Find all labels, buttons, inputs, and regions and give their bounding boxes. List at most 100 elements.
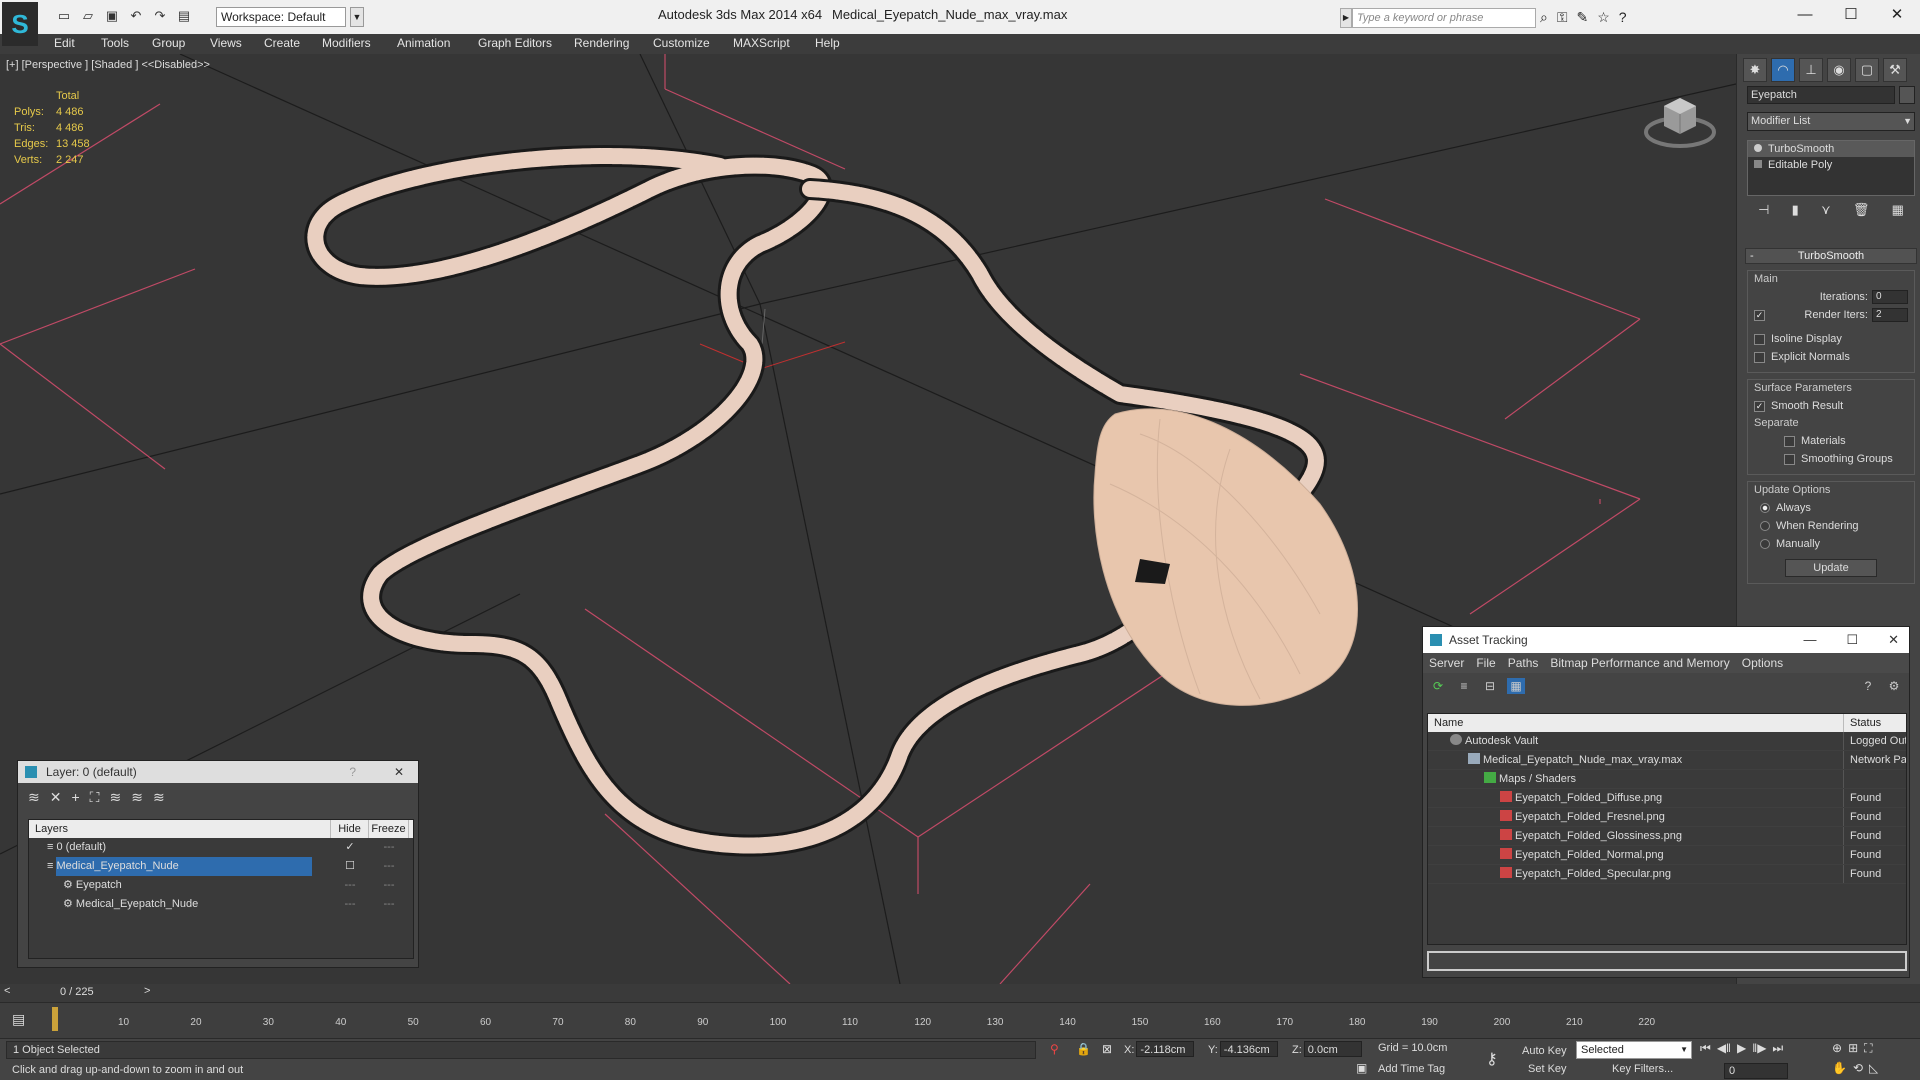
prev-key-icon[interactable]: ◀‖ (1717, 1041, 1731, 1056)
explicit-normals-checkbox[interactable] (1754, 351, 1765, 363)
create-tab-icon[interactable]: ✸ (1743, 58, 1767, 82)
binoculars-icon[interactable]: ⌕ (1540, 9, 1548, 26)
help-icon[interactable]: ? (349, 761, 356, 783)
maximize-icon[interactable]: ☐ (1828, 0, 1874, 32)
col-hide[interactable]: Hide (331, 820, 369, 838)
search-input[interactable]: Type a keyword or phrase (1352, 8, 1536, 28)
menu-customize[interactable]: Customize (653, 36, 710, 50)
menu-edit[interactable]: Edit (54, 36, 75, 50)
menu-bitmap-performance[interactable]: Bitmap Performance and Memory (1550, 653, 1729, 673)
close-icon[interactable]: ✕ (1874, 0, 1920, 32)
time-tag-icon[interactable]: ▣ (1356, 1061, 1367, 1075)
col-status[interactable]: Status (1844, 714, 1881, 732)
menu-paths[interactable]: Paths (1508, 653, 1539, 673)
highlight-layer-icon[interactable]: ≋ (109, 789, 121, 805)
maximize-icon[interactable]: ☐ (1846, 627, 1858, 653)
freeze-toggle[interactable]: --- (369, 838, 409, 857)
y-field[interactable]: -4.136cm (1219, 1041, 1278, 1057)
when-rendering-radio[interactable] (1760, 521, 1770, 531)
close-icon[interactable]: ✕ (394, 761, 404, 783)
show-end-result-icon[interactable]: ▮ (1792, 202, 1799, 218)
stack-item-turbosmooth[interactable]: TurboSmooth (1748, 141, 1914, 157)
hierarchy-tab-icon[interactable]: ⊥ (1799, 58, 1823, 82)
new-file-icon[interactable]: ▭ (56, 8, 72, 24)
freeze-toggle[interactable]: --- (369, 895, 409, 914)
layer-window-titlebar[interactable]: Layer: 0 (default) ? ✕ (18, 761, 418, 783)
table-view-icon[interactable]: ▦ (1507, 678, 1525, 694)
menu-file[interactable]: File (1476, 653, 1495, 673)
help-icon[interactable]: ? (1619, 9, 1627, 26)
asset-row[interactable]: Eyepatch_Folded_Specular.png Found (1428, 865, 1906, 884)
time-slider[interactable]: < 0 / 225 > (0, 984, 1920, 1002)
smooth-result-checkbox[interactable]: ✓ (1754, 400, 1765, 412)
asset-row[interactable]: Autodesk Vault Logged Out (1428, 732, 1906, 751)
make-unique-icon[interactable]: ⋎ (1821, 202, 1831, 218)
refresh-icon[interactable]: ⟳ (1429, 678, 1447, 694)
key-filters-button[interactable]: Key Filters... (1612, 1063, 1673, 1075)
add-time-tag[interactable]: Add Time Tag (1378, 1063, 1445, 1075)
render-iters-spinner[interactable]: 2 (1872, 308, 1908, 322)
isoline-display-checkbox[interactable] (1754, 333, 1765, 345)
zoom-icon[interactable]: ⊕ (1832, 1041, 1842, 1056)
asset-path-field[interactable] (1427, 951, 1907, 971)
asset-row[interactable]: Eyepatch_Folded_Glossiness.png Found (1428, 827, 1906, 846)
goto-start-icon[interactable]: ⏮ (1700, 1041, 1711, 1056)
delete-layer-icon[interactable]: ✕ (50, 789, 62, 805)
freeze-toggle[interactable]: --- (369, 857, 409, 876)
menu-help[interactable]: Help (815, 36, 840, 50)
lightbulb-icon[interactable] (1754, 144, 1762, 152)
menu-options[interactable]: Options (1742, 653, 1783, 673)
current-frame-field[interactable]: 0 (1724, 1063, 1788, 1079)
close-icon[interactable]: ✕ (1888, 627, 1899, 653)
key-mode-dropdown[interactable]: Selected ▼ (1576, 1041, 1692, 1059)
object-color-swatch[interactable] (1899, 86, 1915, 104)
asset-row[interactable]: Eyepatch_Folded_Normal.png Found (1428, 846, 1906, 865)
orbit-icon[interactable]: ⟲ (1853, 1061, 1863, 1075)
asset-row[interactable]: Eyepatch_Folded_Diffuse.png Found (1428, 789, 1906, 808)
configure-modifier-sets-icon[interactable]: ▦ (1892, 202, 1904, 218)
menu-modifiers[interactable]: Modifiers (322, 36, 371, 50)
hide-toggle[interactable]: ☐ (331, 857, 369, 876)
col-freeze[interactable]: Freeze (369, 820, 409, 838)
z-field[interactable]: 0.0cm (1303, 1041, 1362, 1057)
active-layer-check-icon[interactable]: ✓ (331, 838, 369, 857)
freeze-toggle[interactable]: --- (369, 876, 409, 895)
iterations-spinner[interactable]: 0 (1872, 290, 1908, 304)
favorites-icon[interactable]: ☆ (1597, 9, 1610, 26)
col-layers[interactable]: Layers (29, 820, 331, 838)
list-view-icon[interactable]: ≡ (1455, 678, 1473, 694)
freeze-all-icon[interactable]: ≋ (153, 789, 165, 805)
key-icon[interactable]: ⚷ (1486, 1049, 1498, 1069)
update-button[interactable]: Update (1785, 559, 1877, 577)
help-icon[interactable]: ? (1859, 678, 1877, 694)
menu-maxscript[interactable]: MAXScript (733, 36, 790, 50)
layer-row[interactable]: ≡ Medical_Eyepatch_Nude ☐ --- (29, 857, 413, 876)
asset-row[interactable]: Maps / Shaders (1428, 770, 1906, 789)
x-field[interactable]: -2.118cm (1136, 1041, 1195, 1057)
modifier-list-dropdown[interactable]: Modifier List ▼ (1747, 112, 1915, 131)
add-to-layer-icon[interactable]: + (71, 789, 79, 805)
smoothing-groups-checkbox[interactable] (1784, 453, 1795, 465)
materials-checkbox[interactable] (1784, 435, 1795, 447)
absolute-mode-icon[interactable]: ⊠ (1102, 1042, 1112, 1056)
layer-row[interactable]: ⚙ Medical_Eyepatch_Nude --- --- (29, 895, 413, 914)
app-logo-icon[interactable]: S (2, 2, 38, 46)
prev-frame-icon[interactable]: < (4, 985, 10, 997)
viewport-label[interactable]: [+] [Perspective ] [Shaded ] <<Disabled>… (6, 59, 210, 71)
object-name-field[interactable]: Eyepatch (1747, 86, 1895, 104)
utilities-tab-icon[interactable]: ⚒ (1883, 58, 1907, 82)
communication-icon[interactable]: ✎ (1577, 9, 1589, 26)
redo-icon[interactable]: ↷ (152, 8, 168, 24)
subscription-icon[interactable]: ⚿ (1557, 9, 1568, 26)
always-radio[interactable] (1760, 503, 1770, 513)
menu-views[interactable]: Views (210, 36, 242, 50)
hide-toggle[interactable]: --- (331, 876, 369, 895)
selection-lock-icon[interactable]: 🔒 (1076, 1042, 1091, 1056)
workspace-dropdown[interactable]: Workspace: Default (216, 7, 346, 27)
menu-create[interactable]: Create (264, 36, 300, 50)
hide-toggle[interactable]: --- (331, 895, 369, 914)
settings-icon[interactable]: ⚙ (1885, 678, 1903, 694)
zoom-all-icon[interactable]: ⊞ (1848, 1041, 1858, 1056)
set-key-button[interactable]: Set Key (1528, 1063, 1567, 1075)
curve-editor-icon[interactable]: ▤ (12, 1011, 25, 1028)
